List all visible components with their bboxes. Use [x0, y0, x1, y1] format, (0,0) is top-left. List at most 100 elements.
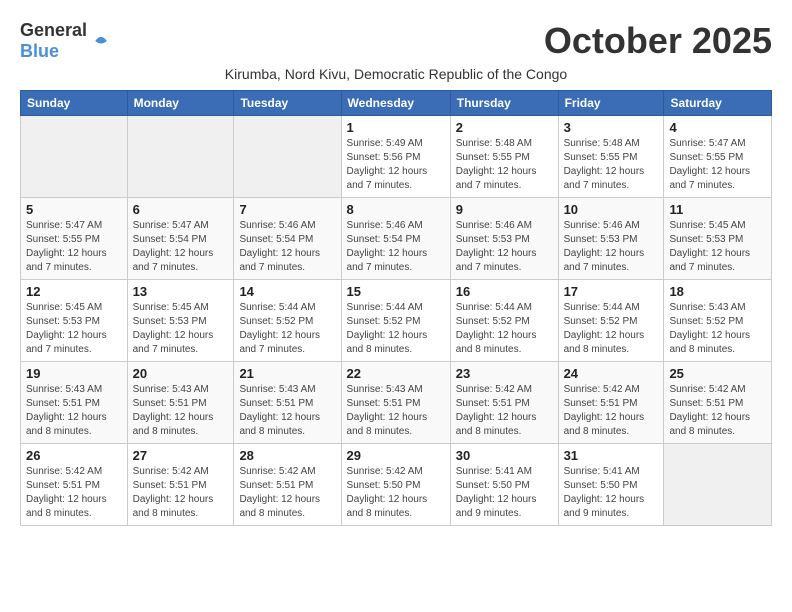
- day-cell: 20Sunrise: 5:43 AM Sunset: 5:51 PM Dayli…: [127, 362, 234, 444]
- day-info: Sunrise: 5:42 AM Sunset: 5:51 PM Dayligh…: [26, 465, 122, 521]
- day-number: 10: [564, 202, 659, 217]
- day-info: Sunrise: 5:44 AM Sunset: 5:52 PM Dayligh…: [456, 301, 553, 357]
- day-info: Sunrise: 5:41 AM Sunset: 5:50 PM Dayligh…: [564, 465, 659, 521]
- day-info: Sunrise: 5:47 AM Sunset: 5:55 PM Dayligh…: [26, 219, 122, 275]
- logo-icon: [91, 31, 111, 51]
- week-row-3: 12Sunrise: 5:45 AM Sunset: 5:53 PM Dayli…: [21, 280, 772, 362]
- weekday-header-sunday: Sunday: [21, 91, 128, 116]
- day-cell: 8 Sunrise: 5:46 AM Sunset: 5:54 PM Daylig…: [341, 198, 450, 280]
- logo: General Blue: [20, 20, 111, 62]
- day-info: Sunrise: 5:42 AM Sunset: 5:51 PM Dayligh…: [669, 383, 766, 439]
- day-info: Sunrise: 5:49 AM Sunset: 5:56 PM Dayligh…: [347, 137, 445, 193]
- weekday-header-monday: Monday: [127, 91, 234, 116]
- day-number: 30: [456, 448, 553, 463]
- day-number: 24: [564, 366, 659, 381]
- day-info: Sunrise: 5:46 AM Sunset: 5:53 PM Dayligh…: [456, 219, 553, 275]
- day-cell: 29Sunrise: 5:42 AM Sunset: 5:50 PM Dayli…: [341, 444, 450, 526]
- day-cell: 9 Sunrise: 5:46 AM Sunset: 5:53 PM Daylig…: [450, 198, 558, 280]
- day-cell: 23Sunrise: 5:42 AM Sunset: 5:51 PM Dayli…: [450, 362, 558, 444]
- day-number: 18: [669, 284, 766, 299]
- day-cell: [234, 116, 341, 198]
- day-info: Sunrise: 5:43 AM Sunset: 5:52 PM Dayligh…: [669, 301, 766, 357]
- day-number: 25: [669, 366, 766, 381]
- day-cell: [664, 444, 772, 526]
- day-number: 28: [239, 448, 335, 463]
- day-cell: 2Sunrise: 5:48 AM Sunset: 5:55 PM Daylig…: [450, 116, 558, 198]
- day-cell: 1Sunrise: 5:49 AM Sunset: 5:56 PM Daylig…: [341, 116, 450, 198]
- day-cell: 7Sunrise: 5:46 AM Sunset: 5:54 PM Daylig…: [234, 198, 341, 280]
- day-info: Sunrise: 5:42 AM Sunset: 5:51 PM Dayligh…: [239, 465, 335, 521]
- day-number: 9: [456, 202, 553, 217]
- day-info: Sunrise: 5:43 AM Sunset: 5:51 PM Dayligh…: [239, 383, 335, 439]
- day-number: 19: [26, 366, 122, 381]
- calendar-subtitle: Kirumba, Nord Kivu, Democratic Republic …: [20, 66, 772, 82]
- day-cell: 17Sunrise: 5:44 AM Sunset: 5:52 PM Dayli…: [558, 280, 664, 362]
- day-info: Sunrise: 5:42 AM Sunset: 5:51 PM Dayligh…: [564, 383, 659, 439]
- day-number: 17: [564, 284, 659, 299]
- day-number: 15: [347, 284, 445, 299]
- day-number: 4: [669, 120, 766, 135]
- day-info: Sunrise: 5:46 AM Sunset: 5:54 PM Dayligh…: [239, 219, 335, 275]
- day-number: 6: [133, 202, 229, 217]
- weekday-header-wednesday: Wednesday: [341, 91, 450, 116]
- day-cell: [21, 116, 128, 198]
- day-number: 26: [26, 448, 122, 463]
- day-number: 5: [26, 202, 122, 217]
- day-info: Sunrise: 5:44 AM Sunset: 5:52 PM Dayligh…: [239, 301, 335, 357]
- day-info: Sunrise: 5:47 AM Sunset: 5:55 PM Dayligh…: [669, 137, 766, 193]
- day-info: Sunrise: 5:45 AM Sunset: 5:53 PM Dayligh…: [26, 301, 122, 357]
- day-info: Sunrise: 5:45 AM Sunset: 5:53 PM Dayligh…: [133, 301, 229, 357]
- day-cell: 28 Sunrise: 5:42 AM Sunset: 5:51 PM Dayli…: [234, 444, 341, 526]
- day-info: Sunrise: 5:47 AM Sunset: 5:54 PM Dayligh…: [133, 219, 229, 275]
- day-cell: 5 Sunrise: 5:47 AM Sunset: 5:55 PM Daylig…: [21, 198, 128, 280]
- weekday-header-thursday: Thursday: [450, 91, 558, 116]
- day-cell: 3Sunrise: 5:48 AM Sunset: 5:55 PM Daylig…: [558, 116, 664, 198]
- logo-blue: Blue: [20, 41, 59, 61]
- month-title: October 2025: [544, 20, 772, 62]
- day-cell: 14Sunrise: 5:44 AM Sunset: 5:52 PM Dayli…: [234, 280, 341, 362]
- day-cell: 10 Sunrise: 5:46 AM Sunset: 5:53 PM Dayli…: [558, 198, 664, 280]
- week-row-5: 26 Sunrise: 5:42 AM Sunset: 5:51 PM Dayli…: [21, 444, 772, 526]
- day-cell: 18 Sunrise: 5:43 AM Sunset: 5:52 PM Dayli…: [664, 280, 772, 362]
- day-cell: 13Sunrise: 5:45 AM Sunset: 5:53 PM Dayli…: [127, 280, 234, 362]
- day-info: Sunrise: 5:42 AM Sunset: 5:50 PM Dayligh…: [347, 465, 445, 521]
- week-row-4: 19 Sunrise: 5:43 AM Sunset: 5:51 PM Dayli…: [21, 362, 772, 444]
- week-row-1: 1Sunrise: 5:49 AM Sunset: 5:56 PM Daylig…: [21, 116, 772, 198]
- day-number: 20: [133, 366, 229, 381]
- day-info: Sunrise: 5:44 AM Sunset: 5:52 PM Dayligh…: [347, 301, 445, 357]
- day-cell: 11 Sunrise: 5:45 AM Sunset: 5:53 PM Dayli…: [664, 198, 772, 280]
- day-number: 2: [456, 120, 553, 135]
- day-number: 8: [347, 202, 445, 217]
- weekday-header-row: SundayMondayTuesdayWednesdayThursdayFrid…: [21, 91, 772, 116]
- day-cell: 24 Sunrise: 5:42 AM Sunset: 5:51 PM Dayli…: [558, 362, 664, 444]
- day-cell: 22Sunrise: 5:43 AM Sunset: 5:51 PM Dayli…: [341, 362, 450, 444]
- day-cell: 4 Sunrise: 5:47 AM Sunset: 5:55 PM Daylig…: [664, 116, 772, 198]
- day-cell: 25 Sunrise: 5:42 AM Sunset: 5:51 PM Dayli…: [664, 362, 772, 444]
- logo-general: General: [20, 20, 87, 40]
- day-number: 22: [347, 366, 445, 381]
- day-info: Sunrise: 5:45 AM Sunset: 5:53 PM Dayligh…: [669, 219, 766, 275]
- day-info: Sunrise: 5:41 AM Sunset: 5:50 PM Dayligh…: [456, 465, 553, 521]
- day-cell: 27Sunrise: 5:42 AM Sunset: 5:51 PM Dayli…: [127, 444, 234, 526]
- day-number: 3: [564, 120, 659, 135]
- day-cell: 30 Sunrise: 5:41 AM Sunset: 5:50 PM Dayli…: [450, 444, 558, 526]
- logo-text: General Blue: [20, 20, 87, 62]
- calendar-table: SundayMondayTuesdayWednesdayThursdayFrid…: [20, 90, 772, 526]
- day-number: 21: [239, 366, 335, 381]
- day-cell: 31Sunrise: 5:41 AM Sunset: 5:50 PM Dayli…: [558, 444, 664, 526]
- day-cell: 26 Sunrise: 5:42 AM Sunset: 5:51 PM Dayli…: [21, 444, 128, 526]
- day-cell: 19 Sunrise: 5:43 AM Sunset: 5:51 PM Dayli…: [21, 362, 128, 444]
- page-header: General Blue October 2025: [20, 20, 772, 62]
- day-cell: 21 Sunrise: 5:43 AM Sunset: 5:51 PM Dayli…: [234, 362, 341, 444]
- day-info: Sunrise: 5:46 AM Sunset: 5:54 PM Dayligh…: [347, 219, 445, 275]
- day-cell: 16 Sunrise: 5:44 AM Sunset: 5:52 PM Dayli…: [450, 280, 558, 362]
- day-number: 16: [456, 284, 553, 299]
- day-info: Sunrise: 5:42 AM Sunset: 5:51 PM Dayligh…: [456, 383, 553, 439]
- day-info: Sunrise: 5:43 AM Sunset: 5:51 PM Dayligh…: [26, 383, 122, 439]
- day-number: 11: [669, 202, 766, 217]
- day-cell: [127, 116, 234, 198]
- day-info: Sunrise: 5:46 AM Sunset: 5:53 PM Dayligh…: [564, 219, 659, 275]
- day-cell: 15 Sunrise: 5:44 AM Sunset: 5:52 PM Dayli…: [341, 280, 450, 362]
- weekday-header-friday: Friday: [558, 91, 664, 116]
- week-row-2: 5 Sunrise: 5:47 AM Sunset: 5:55 PM Daylig…: [21, 198, 772, 280]
